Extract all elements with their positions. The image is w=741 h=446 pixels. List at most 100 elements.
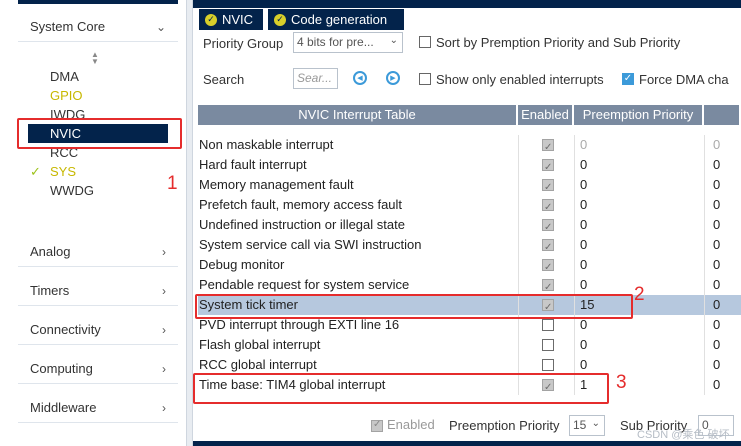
annotation-number-3: 3 (616, 372, 627, 393)
sub-priority-cell[interactable]: 0 (704, 135, 741, 155)
category-timers[interactable]: Timers › (18, 276, 178, 306)
chevron-down-icon: ⌄ (591, 418, 600, 429)
tab-nvic[interactable]: ✓ NVIC (199, 9, 263, 30)
sub-priority-cell[interactable]: 0 (704, 295, 741, 315)
nvic-controls: Priority Group 4 bits for pre... ⌄ Sort … (193, 30, 741, 102)
category-label: System Core (30, 19, 106, 34)
item-label: DMA (50, 69, 79, 84)
sort-priority-label: Sort by Premption Priority and Sub Prior… (436, 35, 681, 50)
sidebar-item-sys[interactable]: ✓ SYS (28, 162, 168, 181)
preemption-priority-cell[interactable]: 0 (574, 215, 702, 235)
sub-priority-cell[interactable]: 0 (704, 315, 741, 335)
sub-priority-cell[interactable]: 0 (704, 195, 741, 215)
preemption-priority-cell[interactable]: 0 (574, 355, 702, 375)
enabled-cell (519, 195, 573, 215)
category-system-core[interactable]: System Core ⌄ (18, 12, 178, 42)
panel-splitter[interactable] (186, 0, 193, 446)
preemption-priority-cell[interactable]: 0 (574, 335, 702, 355)
category-connectivity[interactable]: Connectivity › (18, 315, 178, 345)
sort-priority-checkbox[interactable] (419, 36, 431, 48)
sidebar-top-bar (18, 0, 178, 4)
search-label: Search (203, 72, 245, 87)
chevron-right-icon: › (162, 244, 166, 259)
chevron-right-icon: › (162, 322, 166, 337)
sub-priority-cell[interactable]: 0 (704, 215, 741, 235)
table-row[interactable]: RCC global interrupt 0 0 (198, 355, 741, 375)
enabled-cell (519, 155, 573, 175)
tab-code-generation[interactable]: ✓ Code generation (268, 9, 404, 30)
footer-preemption-select[interactable]: 15 ⌄ (569, 415, 605, 436)
footer-preemption-label: Preemption Priority (449, 418, 560, 433)
force-dma-checkbox[interactable]: ✓ (622, 73, 634, 85)
sub-priority-cell[interactable]: 0 (704, 375, 741, 395)
interrupt-name: Flash global interrupt (199, 337, 321, 352)
search-prev-icon[interactable]: ◀ (353, 71, 367, 85)
category-analog[interactable]: Analog › (18, 237, 178, 267)
enabled-checkbox[interactable] (542, 319, 554, 331)
preemption-priority-cell[interactable]: 0 (574, 235, 702, 255)
table-row[interactable]: Non maskable interrupt 00 (198, 135, 741, 155)
enabled-checkbox[interactable] (542, 138, 554, 155)
enabled-checkbox[interactable] (542, 359, 554, 371)
enabled-checkbox[interactable] (542, 158, 554, 175)
sidebar: System Core ⌄ ▲ ▼ DMA GPIO IWDG NVIC RCC … (0, 0, 186, 446)
category-middleware[interactable]: Middleware › (18, 393, 178, 423)
sub-priority-cell[interactable]: 0 (704, 155, 741, 175)
priority-group-select[interactable]: 4 bits for pre... ⌄ (293, 32, 403, 53)
preemption-priority-cell[interactable]: 0 (574, 255, 702, 275)
show-enabled-checkbox[interactable] (419, 73, 431, 85)
sub-priority-cell[interactable]: 0 (704, 255, 741, 275)
item-label: GPIO (50, 88, 83, 103)
column-header-sub-priority[interactable] (704, 105, 741, 125)
table-row[interactable]: Debug monitor 00 (198, 255, 741, 275)
interrupt-name: Prefetch fault, memory access fault (199, 197, 403, 212)
preemption-priority-cell[interactable]: 0 (574, 195, 702, 215)
interrupt-name: Memory management fault (199, 177, 354, 192)
table-row[interactable]: Memory management fault 00 (198, 175, 741, 195)
sidebar-item-gpio[interactable]: GPIO (28, 86, 168, 105)
column-header-interrupt[interactable]: NVIC Interrupt Table (198, 105, 518, 125)
enabled-checkbox[interactable] (542, 198, 554, 215)
sidebar-item-wwdg[interactable]: WWDG (28, 181, 168, 200)
column-header-preemption[interactable]: Preemption Priority (574, 105, 704, 125)
configuration-header (193, 0, 741, 8)
enabled-checkbox[interactable] (542, 238, 554, 255)
preemption-priority-cell[interactable]: 0 (574, 155, 702, 175)
footer-preemption-value: 15 (573, 418, 587, 432)
sidebar-item-dma[interactable]: DMA (28, 67, 168, 86)
enabled-checkbox[interactable] (542, 178, 554, 195)
column-header-enabled[interactable]: Enabled (518, 105, 574, 125)
table-row[interactable]: Pendable request for system service00 (198, 275, 741, 295)
enabled-checkbox[interactable] (542, 258, 554, 275)
show-enabled-label: Show only enabled interrupts (436, 72, 604, 87)
search-input[interactable]: Sear... (293, 68, 338, 89)
annotation-box-1 (17, 118, 182, 149)
item-label: SYS (50, 164, 77, 179)
preemption-priority-cell[interactable]: 0 (574, 175, 702, 195)
table-row[interactable]: Undefined instruction or illegal state 00 (198, 215, 741, 235)
enabled-checkbox[interactable] (542, 278, 554, 295)
table-row[interactable]: System service call via SWI instruction 0… (198, 235, 741, 255)
sub-priority-cell[interactable]: 0 (704, 275, 741, 295)
interrupt-name: Non maskable interrupt (199, 137, 334, 152)
sub-priority-cell[interactable]: 0 (704, 335, 741, 355)
interrupt-name: Debug monitor (199, 257, 285, 272)
preemption-priority-cell[interactable]: 0 (574, 135, 702, 155)
annotation-box-2 (195, 294, 633, 319)
table-row[interactable]: Hard fault interrupt 00 (198, 155, 741, 175)
sort-icon[interactable]: ▲ ▼ (91, 51, 99, 66)
enabled-cell (519, 275, 573, 295)
tab-label: Code generation (291, 12, 388, 27)
check-circle-icon: ✓ (274, 13, 286, 26)
enabled-checkbox[interactable] (542, 339, 554, 351)
sub-priority-cell[interactable]: 0 (704, 235, 741, 255)
table-row[interactable]: Prefetch fault, memory access fault 00 (198, 195, 741, 215)
search-next-icon[interactable]: ▶ (386, 71, 400, 85)
interrupt-name: Hard fault interrupt (199, 157, 307, 172)
sub-priority-cell[interactable]: 0 (704, 355, 741, 375)
sub-priority-cell[interactable]: 0 (704, 175, 741, 195)
table-row[interactable]: Flash global interrupt 0 0 (198, 335, 741, 355)
footer-enabled-checkbox[interactable] (371, 419, 383, 432)
category-computing[interactable]: Computing › (18, 354, 178, 384)
enabled-checkbox[interactable] (542, 218, 554, 235)
